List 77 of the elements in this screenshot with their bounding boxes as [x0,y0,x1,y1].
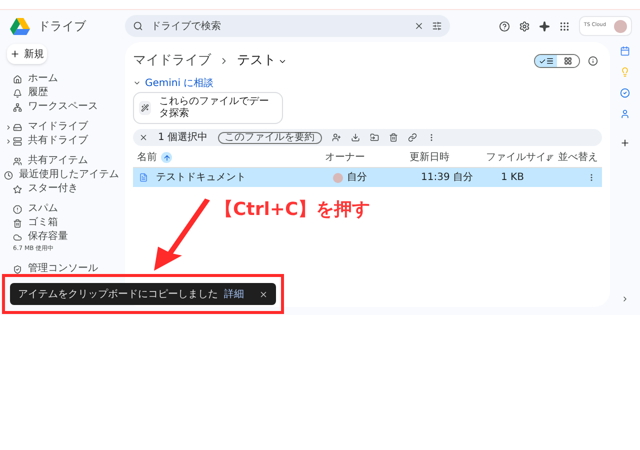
nav-item[interactable]: ワークスペース [4,100,125,114]
new-button[interactable]: 新規 [7,44,47,64]
search-icon [133,21,143,31]
list-icon [546,57,554,65]
clock-icon [4,170,13,180]
sparkle-icon[interactable] [538,20,550,32]
sort-icon[interactable] [546,154,554,162]
owner-cell-text: 自分 [347,171,367,185]
search-field[interactable]: ドライブで検索 [125,15,450,37]
nav-item[interactable]: 保存容量 [4,230,125,244]
nav-item[interactable]: 共有アイテム [4,154,125,168]
nav-item[interactable]: 管理コンソール [4,262,125,276]
breadcrumb-item[interactable]: マイドライブ [133,51,211,71]
close-icon[interactable] [139,133,148,142]
instruction-annotation: 【Ctrl+C】を押す [215,198,370,222]
contacts-icon[interactable] [620,109,630,119]
nav-item[interactable]: スパム [4,202,125,216]
nav-item[interactable]: マイドライブ [4,120,125,134]
trash-icon[interactable] [388,133,398,142]
breadcrumb-item[interactable]: テスト [237,51,276,71]
expand-panel-icon[interactable] [621,295,629,303]
help-icon[interactable] [498,20,510,32]
home-icon [13,74,22,84]
nav-item[interactable]: スター付き [4,182,125,196]
collapse-icon[interactable] [133,79,141,87]
plus-icon [10,49,20,59]
view-option[interactable] [535,55,557,67]
alert-icon [13,204,22,214]
workspace-icon [13,102,22,112]
shield-icon [13,264,22,274]
filter-icon[interactable] [432,21,442,31]
share-icon[interactable] [332,133,341,142]
bell-icon [13,88,22,98]
check-icon [538,58,546,64]
file-name: テストドキュメント [156,171,246,185]
document-icon [139,173,148,182]
download-icon[interactable] [350,133,360,142]
column-header: ファイルサイ [486,151,546,165]
gemini-link[interactable]: Gemini に相談 [145,76,214,90]
drive-logo-icon [10,18,30,34]
nav-item[interactable]: 履歴 [4,86,125,100]
snackbar-message: アイテムをクリップボードにコピーしました [18,288,218,302]
info-icon[interactable] [588,56,598,66]
app-name: ドライブ [38,18,86,35]
star-icon [13,184,22,194]
nav-item[interactable]: 共有ドライブ [4,134,125,148]
suggestion-chip[interactable]: これらのファイルでデータ探索 [133,92,283,124]
server-icon [13,136,22,146]
selection-count: 1 個選択中 [158,130,208,145]
modified-cell-text: 11:39 自分 [421,171,474,185]
wand-icon [139,101,151,115]
link-icon[interactable] [408,133,417,142]
calendar-icon[interactable] [620,46,630,56]
nav-item[interactable]: ゴミ箱 [4,216,125,230]
move-folder-icon[interactable] [370,133,379,142]
column-header: オーナー [324,151,366,165]
details-link[interactable]: 詳細 [224,286,244,302]
grid-icon [564,57,572,65]
summarize-button[interactable]: このファイルを要約 [218,132,322,144]
drive-icon [13,122,22,132]
search-input[interactable]: ドライブで検索 [151,18,406,34]
cloud-icon [13,232,22,242]
nav-item[interactable]: ホーム [4,72,125,86]
file-row[interactable]: テストドキュメント 自分 11:39 自分 1 KB [133,168,602,187]
sort-ascending-icon[interactable] [161,152,172,163]
size-cell-text: 1 KB [501,171,525,185]
settings-icon[interactable] [518,20,530,32]
column-header: 更新日時 [409,150,450,165]
trash-icon [13,218,22,228]
tasks-icon[interactable] [620,88,630,98]
plus-icon[interactable] [620,138,630,148]
sort-option[interactable]: 並べ替え [558,150,598,165]
clear-icon[interactable] [414,21,424,31]
apps-grid-icon[interactable] [558,20,570,32]
column-header[interactable]: 名前 [137,150,157,165]
nav-item[interactable]: 最近使用したアイテム [4,168,125,182]
people-icon [13,156,22,166]
